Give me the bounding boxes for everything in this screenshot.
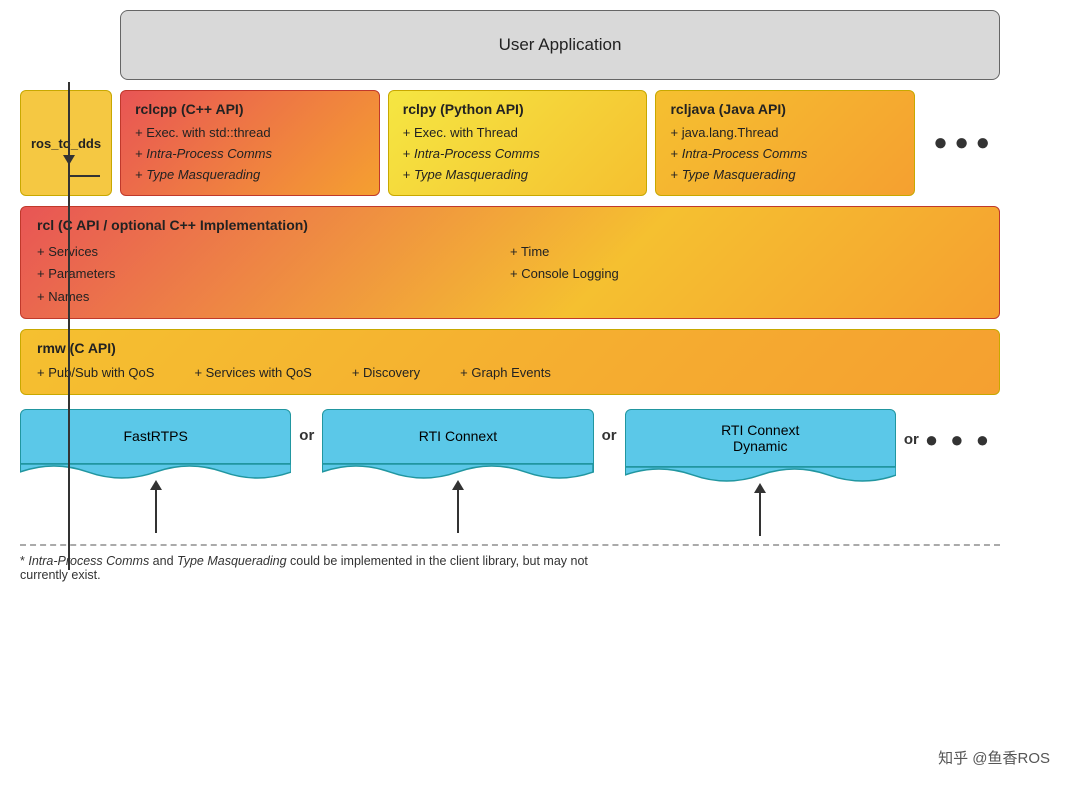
- rti-connext-dynamic-box: RTI Connext Dynamic: [625, 409, 896, 467]
- rmw-item-2: + Discovery: [352, 362, 420, 384]
- or-2: or: [594, 427, 625, 444]
- rclpy-item-3: + Type Masquerading: [403, 165, 633, 186]
- rti-connext-dynamic-wrapper: RTI Connext Dynamic: [625, 409, 896, 536]
- dashed-divider: [20, 544, 1000, 546]
- or-1: or: [291, 427, 322, 444]
- rmw-box: rmw (C API) + Pub/Sub with QoS + Service…: [20, 329, 1000, 395]
- diagram-container: User Application ros_to_dds rclcpp (C++ …: [0, 0, 1080, 788]
- rti-connext-arrow-head: [452, 480, 464, 490]
- fastrtps-arrow: [155, 488, 157, 533]
- rcl-c2-i2: + Console Logging: [510, 263, 983, 285]
- rcl-content: + Services + Parameters + Names + Time +…: [37, 241, 983, 307]
- rti-connext-box: RTI Connext: [322, 409, 593, 464]
- rmw-section: rmw (C API) + Pub/Sub with QoS + Service…: [20, 329, 1000, 395]
- rcljava-item-2: + Intra-Process Comms: [670, 144, 900, 165]
- rti-connext-dynamic-arrow-head: [754, 483, 766, 493]
- rcljava-title: rcljava (Java API): [670, 101, 900, 117]
- rclcpp-item-2: + Intra-Process Comms: [135, 144, 365, 165]
- rclpy-item-1: + Exec. with Thread: [403, 123, 633, 144]
- arrow-down-line: [68, 82, 70, 157]
- rcl-col2: + Time + Console Logging: [510, 241, 983, 307]
- left-vert-line: [68, 160, 70, 570]
- rcl-c2-i1: + Time: [510, 241, 983, 263]
- rti-connext-dynamic-arrow: [759, 491, 761, 536]
- rmw-item-3: + Graph Events: [460, 362, 551, 384]
- rti-connext-wrapper: RTI Connext: [322, 409, 593, 533]
- fastrtps-wrapper: FastRTPS: [20, 409, 291, 533]
- rcljava-box: rcljava (Java API) + java.lang.Thread + …: [655, 90, 915, 196]
- rcl-box: rcl (C API / optional C++ Implementation…: [20, 206, 1000, 318]
- dots-dds: ● ● ●: [925, 427, 992, 453]
- rcl-c1-i2: + Parameters: [37, 263, 510, 285]
- api-row: ros_to_dds rclcpp (C++ API) + Exec. with…: [20, 90, 1000, 196]
- watermark: 知乎 @鱼香ROS: [938, 747, 1050, 768]
- ros-to-dds-box: ros_to_dds: [20, 90, 112, 196]
- footer-note: * Intra-Process Comms and Type Masquerad…: [20, 554, 600, 582]
- fastrtps-arrow-head: [150, 480, 162, 490]
- dots-box: ● ● ●: [923, 90, 1000, 196]
- h-line-ros: [68, 175, 100, 177]
- rcl-c1-i3: + Names: [37, 286, 510, 308]
- rcl-col1: + Services + Parameters + Names: [37, 241, 510, 307]
- rclcpp-item-1: + Exec. with std::thread: [135, 123, 365, 144]
- rclcpp-item-3: + Type Masquerading: [135, 165, 365, 186]
- rcljava-item-1: + java.lang.Thread: [670, 123, 900, 144]
- rcl-title: rcl (C API / optional C++ Implementation…: [37, 217, 983, 233]
- rmw-content: + Pub/Sub with QoS + Services with QoS +…: [37, 362, 983, 384]
- rmw-item-1: + Services with QoS: [194, 362, 311, 384]
- dds-row: FastRTPS or RTI Connext: [20, 409, 1000, 536]
- rclcpp-box: rclcpp (C++ API) + Exec. with std::threa…: [120, 90, 380, 196]
- user-application-box: User Application: [120, 10, 1000, 80]
- rcljava-item-3: + Type Masquerading: [670, 165, 900, 186]
- rmw-item-0: + Pub/Sub with QoS: [37, 362, 154, 384]
- fastrtps-box: FastRTPS: [20, 409, 291, 464]
- user-application-label: User Application: [499, 35, 622, 55]
- rcl-section: rcl (C API / optional C++ Implementation…: [20, 206, 1000, 318]
- rmw-title: rmw (C API): [37, 340, 983, 356]
- rcl-c1-i1: + Services: [37, 241, 510, 263]
- rclpy-title: rclpy (Python API): [403, 101, 633, 117]
- rclpy-item-2: + Intra-Process Comms: [403, 144, 633, 165]
- rti-connext-arrow: [457, 488, 459, 533]
- or-3-dots: or ● ● ●: [896, 427, 1000, 453]
- rclpy-box: rclpy (Python API) + Exec. with Thread +…: [388, 90, 648, 196]
- rclcpp-title: rclcpp (C++ API): [135, 101, 365, 117]
